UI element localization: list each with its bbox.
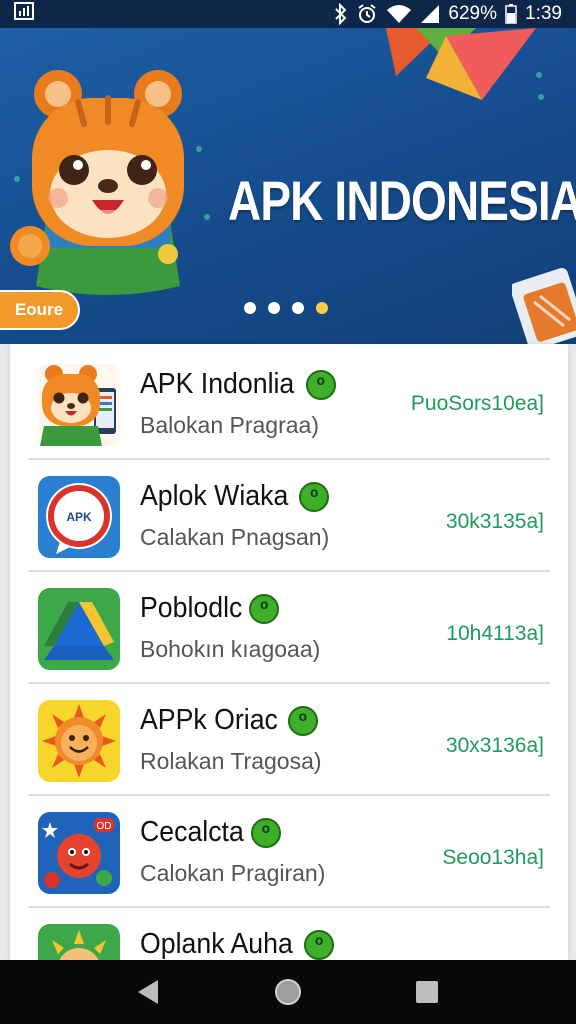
banner-title: APK INDONESIA (228, 169, 576, 232)
app-subtitle: Calakan Pnagsan) (140, 524, 330, 550)
carousel-dot[interactable] (244, 302, 256, 314)
app-list: APK Indonlia ᵒ Balokan Pragraa) PuoSors1… (10, 344, 568, 960)
app-list-item[interactable]: Oplank Auha ᵒ (10, 908, 568, 960)
verified-badge-icon: ᵒ (250, 817, 281, 848)
bear-mascot-icon (38, 364, 120, 446)
app-name: Cecalcta ᵒ (140, 816, 281, 849)
app-size: Seoo13ha] (442, 846, 544, 869)
app-name: Oplank Auha ᵒ (140, 928, 335, 960)
app-list-item[interactable]: OD Cecalcta ᵒ Calokan Pragiran) Seoo13ha… (10, 796, 568, 908)
alarm-icon (356, 3, 378, 25)
promo-banner[interactable]: APK INDONESIA Eoure (0, 28, 576, 344)
app-subtitle: Calokan Pragiran) (140, 860, 326, 886)
decor-speck (538, 94, 544, 100)
bluetooth-icon (334, 3, 348, 25)
drive-triangle-icon (38, 588, 120, 670)
recents-icon[interactable] (397, 962, 457, 1022)
app-name: APK Indonlia ᵒ (140, 368, 336, 401)
svg-text:APK: APK (66, 510, 92, 524)
clock: 1:39 (525, 3, 562, 24)
app-subtitle: Bohokın kıagoaa) (140, 636, 321, 662)
svg-text:OD: OD (97, 821, 112, 832)
app-subtitle: Balokan Pragraa) (140, 412, 319, 438)
notification-icon (14, 2, 34, 26)
app-subtitle: Rolakan Tragosa) (140, 748, 322, 774)
battery-percent: 629% (448, 3, 498, 24)
sun-face-icon (38, 700, 120, 782)
chat-bubble-icon: APK (38, 476, 120, 558)
verified-badge-icon: ᵒ (304, 929, 335, 960)
app-size: 30k3135a] (445, 510, 544, 533)
decor-speck (536, 72, 542, 78)
status-bar: 629% 1:39 (0, 0, 576, 28)
wifi-icon (386, 4, 412, 24)
game-character-icon: OD (38, 812, 120, 894)
package-box-icon (510, 266, 576, 344)
app-list-item[interactable]: APK Aplok Wiaka ᵒ Calakan Pnagsan) 30k31… (10, 460, 568, 572)
carousel-dot[interactable] (292, 302, 304, 314)
sun-character-icon (38, 924, 120, 960)
origami-decoration-icon (386, 28, 536, 107)
carousel-dot-active[interactable] (316, 302, 328, 314)
banner-badge[interactable]: Eoure (0, 290, 80, 330)
app-size: 10h4113a] (446, 622, 544, 645)
verified-badge-icon: ᵒ (287, 705, 318, 736)
home-icon[interactable] (258, 962, 318, 1022)
decor-speck (204, 214, 210, 220)
carousel-dot[interactable] (268, 302, 280, 314)
app-name: Aplok Wiaka ᵒ (140, 480, 330, 513)
back-icon[interactable] (119, 962, 179, 1022)
app-name: Poblodlc ᵒ (140, 592, 280, 625)
app-size: 30x3136a] (445, 734, 544, 757)
app-list-item[interactable]: APPk Oriac ᵒ Rolakan Tragosa) 30x3136a] (10, 684, 568, 796)
battery-icon (505, 4, 517, 24)
signal-icon (420, 4, 440, 24)
verified-badge-icon: ᵒ (249, 593, 280, 624)
bear-mascot-icon (8, 58, 198, 303)
verified-badge-icon: ᵒ (299, 481, 330, 512)
app-size: PuoSors10ea] (410, 392, 544, 415)
app-list-item[interactable]: Poblodlc ᵒ Bohokın kıagoaa) 10h4113a] (10, 572, 568, 684)
app-list-item[interactable]: APK Indonlia ᵒ Balokan Pragraa) PuoSors1… (10, 348, 568, 460)
navigation-bar (0, 960, 576, 1024)
app-name: APPk Oriac ᵒ (140, 704, 318, 737)
carousel-indicator (244, 302, 328, 314)
verified-badge-icon: ᵒ (305, 369, 336, 400)
